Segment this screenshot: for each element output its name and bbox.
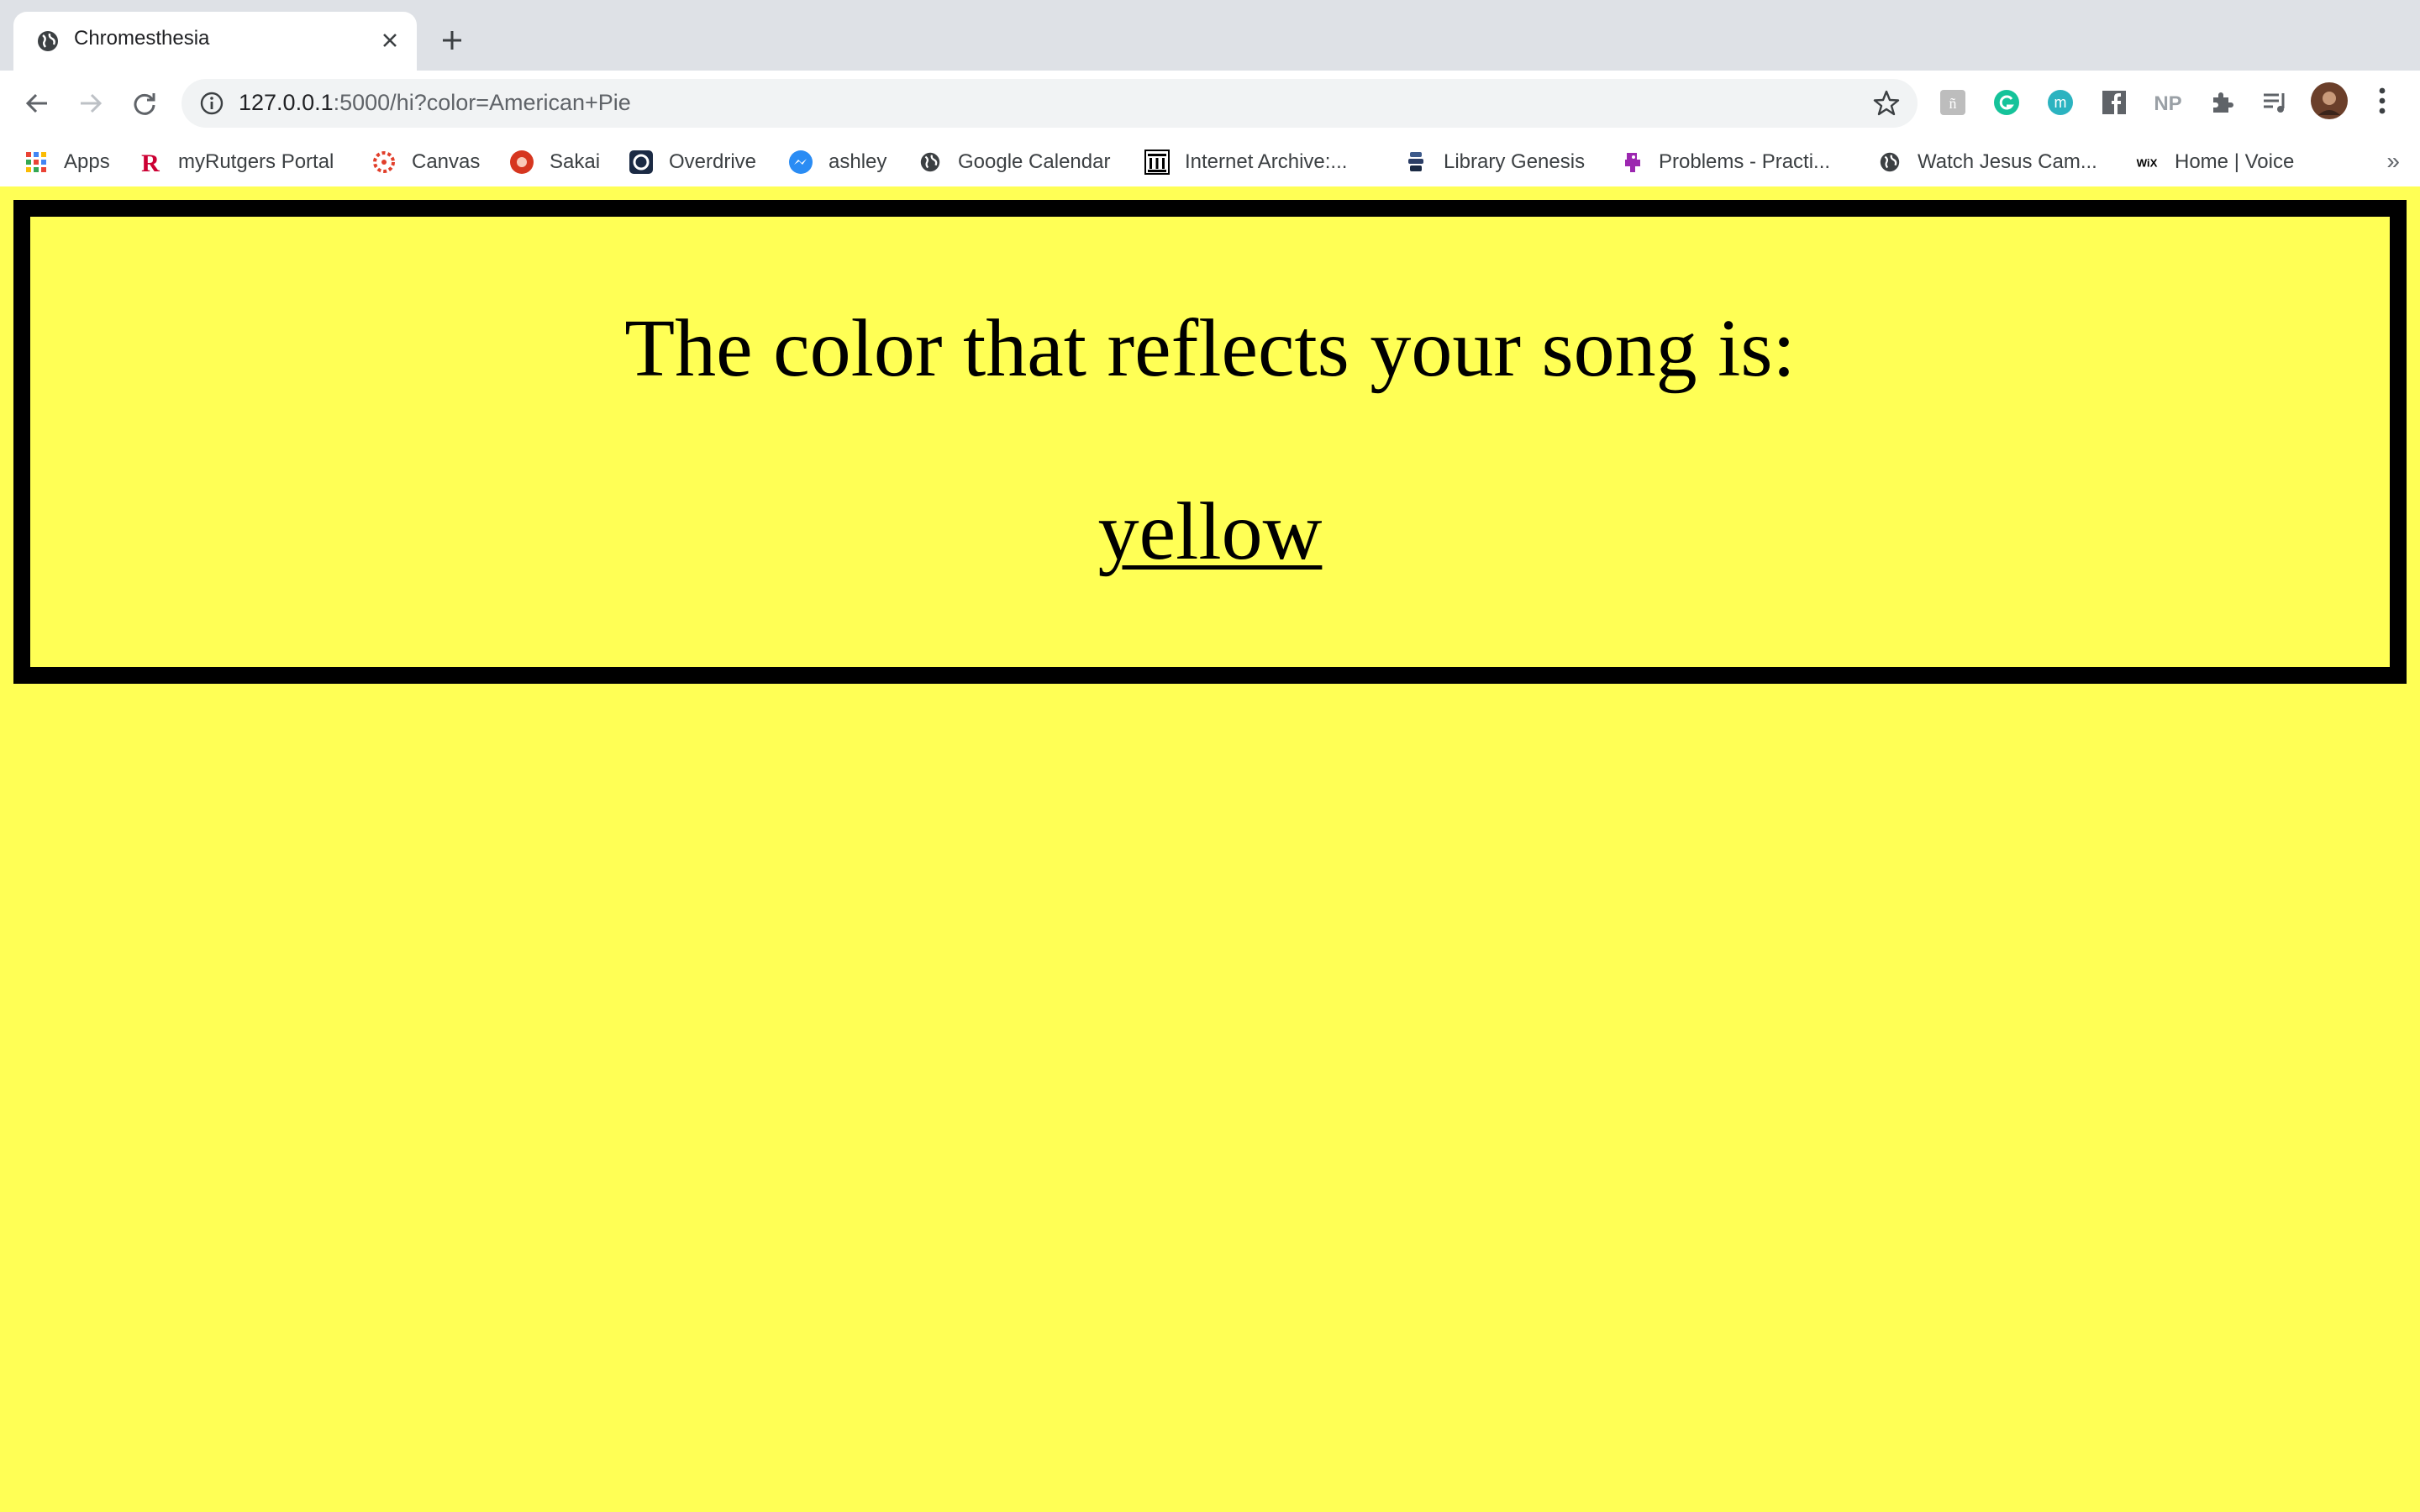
close-icon: [383, 34, 397, 47]
archive-icon: [1144, 150, 1170, 175]
bookmark-apps[interactable]: Apps: [24, 136, 110, 188]
svg-text:ñ: ñ: [1949, 95, 1957, 112]
m-extension-icon[interactable]: m: [2044, 86, 2077, 119]
browser-menu-button[interactable]: [2368, 82, 2396, 119]
sakai-icon: [509, 150, 534, 175]
tab-chromesthesia[interactable]: Chromesthesia: [13, 12, 417, 71]
color-result: yellow: [30, 491, 2390, 573]
bookmark-home-voice[interactable]: WiX Home | Voice: [2134, 136, 2295, 188]
profile-avatar[interactable]: [2309, 81, 2349, 121]
tab-strip: Chromesthesia: [0, 0, 2420, 71]
globe-icon: [918, 150, 943, 175]
globe-icon: [1877, 150, 1902, 175]
bookmark-star-icon[interactable]: [1872, 89, 1901, 118]
facebook-extension-icon[interactable]: [2097, 86, 2131, 119]
bookmark-canvas[interactable]: Canvas: [371, 136, 480, 188]
address-bar[interactable]: 127.0.0.1:5000/hi?color=American+Pie: [182, 79, 1918, 128]
reading-list-icon[interactable]: [2259, 86, 2292, 119]
tab-close-button[interactable]: [371, 22, 408, 59]
result-heading: The color that reflects your song is:: [624, 303, 1796, 394]
apps-grid-icon: [24, 150, 49, 175]
grammarly-icon[interactable]: [1990, 86, 2023, 119]
back-button[interactable]: [15, 81, 59, 125]
bookmark-library-genesis[interactable]: Library Genesis: [1403, 136, 1585, 188]
svg-text:NP: NP: [2154, 92, 2181, 115]
arrow-left-icon: [25, 93, 47, 113]
problems-icon: [1618, 150, 1644, 175]
svg-text:m: m: [2054, 94, 2067, 111]
color-result-text: yellow: [1097, 486, 1323, 577]
svg-text:WiX: WiX: [2137, 156, 2158, 169]
result-box: The color that reflects your song is: ye…: [13, 200, 2407, 684]
new-tab-button[interactable]: [434, 22, 471, 59]
overdrive-icon: [629, 150, 654, 175]
tab-title: Chromesthesia: [74, 27, 210, 50]
np-extension-icon[interactable]: NP: [2151, 86, 2185, 119]
rutgers-icon: R: [138, 150, 163, 175]
page-content: The color that reflects your song is: ye…: [0, 186, 2420, 1512]
bookmark-overdrive[interactable]: Overdrive: [629, 136, 756, 188]
info-icon[interactable]: [198, 90, 225, 117]
bookmark-problems-practice[interactable]: Problems - Practi...: [1618, 136, 1830, 188]
bookmark-myrutgers-portal[interactable]: R myRutgers Portal: [138, 136, 334, 188]
bookmark-internet-archive[interactable]: Internet Archive:...: [1144, 136, 1347, 188]
more-vertical-icon: [2379, 87, 2386, 114]
forward-button[interactable]: [69, 81, 113, 125]
libgen-icon: [1403, 150, 1428, 175]
extensions-puzzle-icon[interactable]: [2205, 86, 2238, 119]
reload-button[interactable]: [123, 81, 166, 125]
bookmark-watch-jesus-camp[interactable]: Watch Jesus Cam...: [1877, 136, 2097, 188]
plus-icon: [443, 31, 461, 50]
reload-icon: [134, 93, 155, 115]
more-bookmarks-button[interactable]: »: [2386, 148, 2400, 175]
wix-icon: WiX: [2134, 150, 2160, 175]
bookmarks-bar: Apps R myRutgers Portal Canvas Sakai Ove…: [0, 136, 2420, 188]
messenger-icon: [788, 150, 813, 175]
canvas-icon: [371, 150, 397, 175]
svg-text:R: R: [141, 150, 160, 175]
bookmark-sakai[interactable]: Sakai: [509, 136, 600, 188]
url-text[interactable]: 127.0.0.1:5000/hi?color=American+Pie: [239, 90, 631, 116]
arrow-right-icon: [81, 93, 103, 113]
browser-toolbar: 127.0.0.1:5000/hi?color=American+Pie ñ m…: [0, 71, 2420, 257]
bookmark-google-calendar[interactable]: Google Calendar: [918, 136, 1110, 188]
handwriting-extension-icon[interactable]: ñ: [1936, 86, 1970, 119]
globe-icon: [38, 31, 58, 51]
bookmark-ashley[interactable]: ashley: [788, 136, 886, 188]
